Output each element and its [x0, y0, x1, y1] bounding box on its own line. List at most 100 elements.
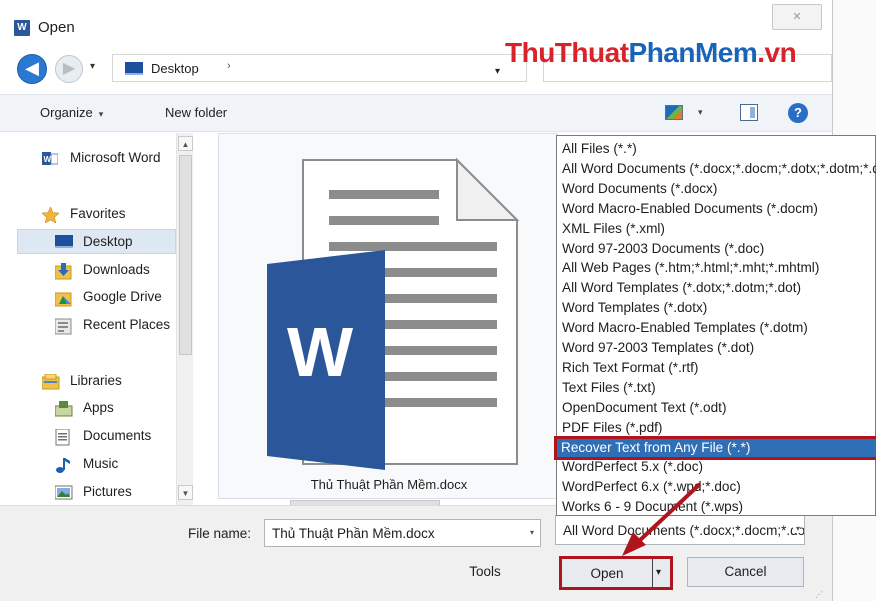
libraries-icon	[41, 373, 60, 390]
sidebar-item-google-drive[interactable]: Google Drive	[0, 285, 176, 310]
word-logo-letter: W	[287, 313, 354, 391]
back-arrow-icon: ◀	[25, 58, 39, 78]
desktop-icon	[55, 235, 73, 250]
change-view-icon[interactable]	[665, 105, 683, 120]
sidebar-item-label: Libraries	[70, 373, 122, 388]
sidebar-item-microsoft-word[interactable]: W Microsoft Word	[0, 146, 176, 171]
view-options-caret-icon[interactable]: ▾	[698, 107, 703, 118]
chevron-down-icon[interactable]: ▾	[530, 528, 534, 537]
file-type-option[interactable]: WordPerfect 5.x (*.doc)	[562, 457, 876, 477]
split-divider	[652, 559, 653, 587]
file-type-option[interactable]: All Word Templates (*.dotx;*.dotm;*.dot)	[562, 278, 876, 298]
file-tile[interactable]: W Thủ Thuật Phần Mềm.docx	[218, 133, 558, 499]
sidebar-item-label: Favorites	[70, 206, 126, 221]
sidebar-item-pictures[interactable]: Pictures	[0, 480, 176, 505]
word-app-icon: W	[14, 20, 30, 36]
watermark-logo: ThuThuatPhanMem.vn	[505, 37, 797, 68]
navigation-pane-scrollbar[interactable]: ▲ ▼	[176, 133, 193, 505]
sidebar-item-desktop[interactable]: Desktop	[17, 229, 176, 254]
file-type-option[interactable]: Word 97-2003 Documents (*.doc)	[562, 239, 876, 259]
sidebar-item-label: Recent Places	[83, 317, 171, 332]
address-location[interactable]: Desktop	[151, 61, 199, 76]
sidebar-item-favorites[interactable]: Favorites	[0, 202, 176, 227]
file-type-option[interactable]: XML Files (*.xml)	[562, 219, 876, 239]
file-type-option[interactable]: WordPerfect 6.x (*.wpd;*.doc)	[562, 477, 876, 497]
file-type-option[interactable]: Works 6 - 9 Document (*.wps)	[562, 497, 876, 517]
word-document-icon	[267, 157, 520, 470]
recent-places-icon	[54, 318, 72, 335]
help-icon[interactable]: ?	[788, 103, 808, 123]
sidebar-item-label: Microsoft Word	[70, 150, 161, 165]
forward-arrow-icon: ▶	[62, 60, 76, 77]
open-dialog: W Open ✕ ◀ ▶ ▾ Desktop › ▾ Organize ▾ New…	[0, 0, 876, 601]
file-type-option-highlighted[interactable]: Recover Text from Any File (*.*)	[554, 435, 876, 460]
chevron-down-icon: ▾	[90, 61, 96, 72]
close-button[interactable]: ✕	[772, 4, 822, 30]
dialog-footer: File name: Thủ Thuật Phần Mềm.docx ▾ All…	[0, 505, 832, 601]
preview-pane-icon[interactable]	[740, 104, 758, 121]
tools-label: Tools	[469, 564, 501, 579]
chevron-down-icon: ▾	[98, 109, 104, 119]
chevron-down-icon[interactable]: ▾	[792, 524, 800, 533]
sidebar-item-apps[interactable]: Apps	[0, 396, 176, 421]
file-type-option[interactable]: OpenDocument Text (*.odt)	[562, 398, 876, 418]
sidebar-item-downloads[interactable]: Downloads	[0, 258, 176, 283]
file-type-option[interactable]: Word Macro-Enabled Documents (*.docm)	[562, 199, 876, 219]
open-button[interactable]: Open ▾	[559, 556, 673, 590]
file-name-label: File name:	[188, 526, 252, 541]
sidebar-item-label: Downloads	[83, 262, 150, 277]
new-folder-button[interactable]: New folder	[165, 105, 227, 120]
forward-button[interactable]: ▶	[55, 55, 83, 83]
file-type-option[interactable]: All Web Pages (*.htm;*.html;*.mht;*.mhtm…	[562, 258, 876, 278]
sidebar-item-label: Apps	[83, 400, 114, 415]
sidebar-item-label: Music	[83, 456, 119, 471]
file-type-option[interactable]: Text Files (*.txt)	[562, 378, 876, 398]
scroll-down-icon[interactable]: ▼	[178, 485, 193, 500]
file-type-option[interactable]: All Files (*.*)	[562, 139, 876, 159]
file-type-select[interactable]: All Word Documents (*.docx;*.docm;*.dotx…	[555, 515, 805, 545]
desktop-icon	[125, 62, 143, 75]
close-icon: ✕	[792, 11, 802, 23]
file-name-value: Thủ Thuật Phần Mềm.docx	[272, 526, 435, 541]
command-toolbar: Organize ▾ New folder ▾ ?	[0, 94, 832, 132]
back-button[interactable]: ◀	[17, 54, 47, 84]
open-label: Open	[590, 566, 624, 581]
scrollbar-thumb[interactable]	[179, 155, 192, 355]
sidebar-item-documents[interactable]: Documents	[0, 424, 176, 449]
sidebar-item-libraries[interactable]: Libraries	[0, 369, 176, 394]
cancel-button[interactable]: Cancel	[687, 557, 804, 587]
file-type-option[interactable]: All Word Documents (*.docx;*.docm;*.dotx…	[562, 159, 876, 179]
svg-text:W: W	[44, 155, 52, 164]
file-type-option[interactable]: Word Documents (*.docx)	[562, 179, 876, 199]
word-icon: W	[42, 151, 59, 166]
file-type-dropdown-list: All Files (*.*) All Word Documents (*.doc…	[554, 135, 876, 517]
recent-locations-button[interactable]: ▾	[90, 61, 95, 72]
window-title: Open	[38, 19, 75, 36]
file-type-value: All Word Documents (*.docx;*.docm;*.dotx…	[563, 523, 805, 538]
breadcrumb-chevron-icon[interactable]: ›	[227, 60, 231, 72]
resize-grip-icon[interactable]: ⋰	[815, 590, 823, 599]
google-drive-icon	[54, 290, 72, 307]
file-list-area: W Thủ Thuật Phần Mềm.docx	[200, 133, 560, 505]
sidebar-item-label: Desktop	[83, 234, 133, 249]
organize-button[interactable]: Organize ▾	[40, 105, 103, 120]
sidebar-item-music[interactable]: Music	[0, 452, 176, 477]
sidebar-item-recent-places[interactable]: Recent Places	[0, 313, 176, 338]
pictures-icon	[54, 485, 73, 500]
file-type-option[interactable]: Word 97-2003 Templates (*.dot)	[562, 338, 876, 358]
tools-button[interactable]: Tools	[445, 558, 525, 588]
sidebar-item-label: Documents	[83, 428, 152, 443]
open-options-caret-icon[interactable]: ▾	[656, 567, 661, 578]
navigation-pane: W Microsoft Word Favorites Desktop Downl…	[0, 133, 194, 505]
file-type-option[interactable]: Word Macro-Enabled Templates (*.dotm)	[562, 318, 876, 338]
file-type-option[interactable]: Word Templates (*.dotx)	[562, 298, 876, 318]
file-name-input[interactable]: Thủ Thuật Phần Mềm.docx ▾	[264, 519, 541, 547]
sidebar-item-label: Pictures	[83, 484, 132, 499]
address-dropdown-icon[interactable]: ▾	[495, 66, 500, 77]
scroll-up-icon[interactable]: ▲	[178, 136, 193, 151]
address-bar[interactable]: Desktop ›	[112, 54, 527, 82]
documents-icon	[55, 428, 71, 446]
file-type-option[interactable]: Rich Text Format (*.rtf)	[562, 358, 876, 378]
apps-icon	[54, 401, 73, 417]
file-type-option[interactable]: PDF Files (*.pdf)	[562, 418, 876, 438]
